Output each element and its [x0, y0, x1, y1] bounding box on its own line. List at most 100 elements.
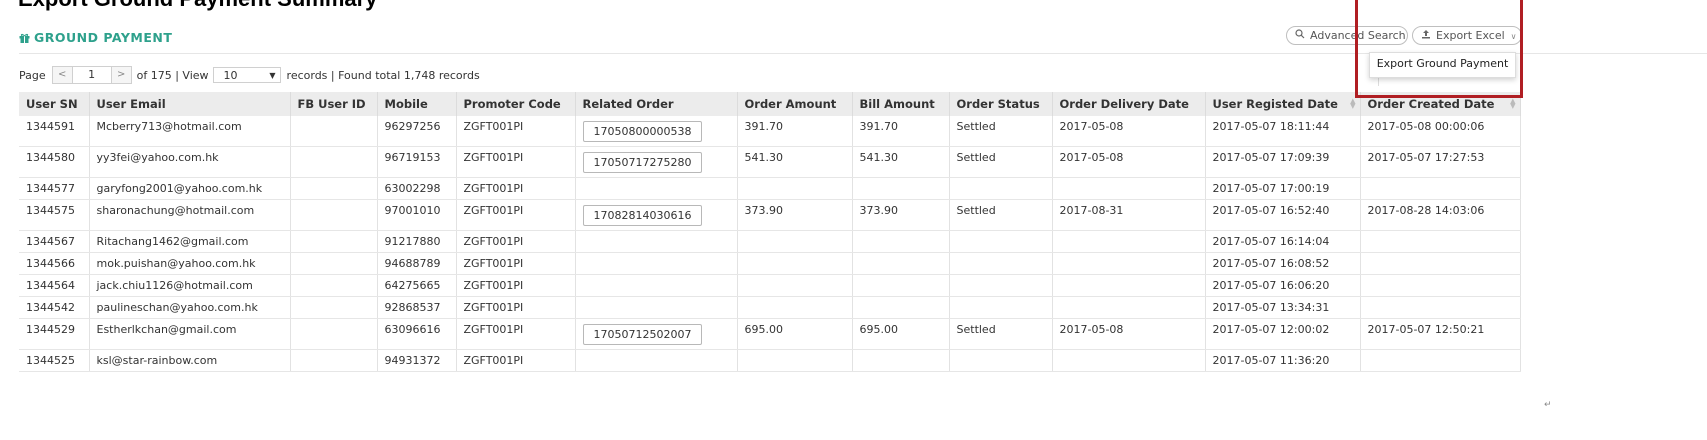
table-cell [290, 146, 378, 178]
next-page-button[interactable]: > [110, 66, 132, 84]
column-header[interactable]: Related Order [575, 92, 738, 116]
table-cell: sharonachung@hotmail.com [89, 199, 291, 231]
table-cell [852, 230, 950, 253]
table-cell: 94931372 [377, 349, 457, 372]
column-header[interactable]: User Registed Date ▲ ▼ [1205, 92, 1361, 116]
table-cell: 2017-05-07 16:14:04 [1205, 230, 1361, 253]
table-cell [575, 349, 738, 372]
table-cell [290, 318, 378, 350]
export-ground-payment-menu-item[interactable]: Export Ground Payment [1369, 52, 1516, 78]
gift-icon [19, 33, 30, 43]
prev-page-button[interactable]: < [51, 66, 73, 84]
table-cell: Estherlkchan@gmail.com [89, 318, 291, 350]
advanced-search-button[interactable]: Advanced Search [1286, 26, 1408, 45]
table-row: 1344564 jack.chiu1126@hotmail.com 64275665… [19, 274, 1521, 297]
table-cell: 63002298 [377, 177, 457, 200]
table-row: 1344591 Mcberry713@hotmail.com 96297256 ZGF… [19, 116, 1521, 147]
column-header[interactable]: Promoter Code [456, 92, 576, 116]
table-cell [737, 296, 853, 319]
table-cell: ZGFT001PI [456, 146, 576, 178]
pagination-bar: Page < 1 > of 175 | View 10 ▼ records | F… [19, 66, 480, 84]
table-cell [949, 252, 1053, 275]
table-cell [290, 296, 378, 319]
table-cell: ksl@star-rainbow.com [89, 349, 291, 372]
table-cell [290, 199, 378, 231]
sort-icon: ▲ ▼ [1510, 97, 1516, 110]
table-row: 1344525 ksl@star-rainbow.com 94931372 ZGFT0… [19, 349, 1521, 372]
table-cell [1052, 252, 1206, 275]
table-cell [949, 296, 1053, 319]
column-header[interactable]: User Email [89, 92, 291, 116]
export-excel-button[interactable]: Export Excel ∨ [1412, 26, 1522, 45]
table-cell: 2017-05-07 17:00:19 [1205, 177, 1361, 200]
column-header[interactable]: Order Created Date ▲ ▼ [1360, 92, 1521, 116]
table-cell: 2017-05-08 [1052, 318, 1206, 350]
table-cell: paulineschan@yahoo.com.hk [89, 296, 291, 319]
table-row: 1344542 paulineschan@yahoo.com.hk 92868537… [19, 296, 1521, 319]
table-row: 1344575 sharonachung@hotmail.com 97001010 Z… [19, 199, 1521, 231]
table-row: 1344580 yy3fei@yahoo.com.hk 96719153 ZGFT00… [19, 146, 1521, 178]
related-order-link[interactable]: 17082814030616 [582, 205, 703, 226]
table-cell [737, 252, 853, 275]
table-cell: 2017-05-07 11:36:20 [1205, 349, 1361, 372]
table-cell: 64275665 [377, 274, 457, 297]
table-cell: 2017-05-08 [1052, 146, 1206, 178]
table-cell: 96719153 [377, 146, 457, 178]
table-cell: 1344564 [19, 274, 90, 297]
column-header[interactable]: Mobile [377, 92, 457, 116]
table-row: 1344529 Estherlkchan@gmail.com 63096616 ZGF… [19, 318, 1521, 350]
table-cell [575, 296, 738, 319]
table-cell [290, 116, 378, 147]
table-cell [852, 296, 950, 319]
related-order-link[interactable]: 17050800000538 [582, 121, 703, 142]
column-header[interactable]: Order Amount [737, 92, 853, 116]
column-header[interactable]: Order Delivery Date [1052, 92, 1206, 116]
page-title-text: GROUND PAYMENT [34, 30, 173, 45]
table-cell [949, 274, 1053, 297]
table-cell: 1344567 [19, 230, 90, 253]
column-header[interactable]: User SN [19, 92, 90, 116]
table-cell: 2017-05-07 18:11:44 [1205, 116, 1361, 147]
table-cell: ZGFT001PI [456, 230, 576, 253]
chevron-down-icon: ∨ [1510, 32, 1517, 41]
page-number-input[interactable]: 1 [72, 66, 111, 84]
table-cell: 1344580 [19, 146, 90, 178]
table-cell: 2017-08-28 14:03:06 [1360, 199, 1521, 231]
page-title: GROUND PAYMENT [19, 30, 172, 45]
view-count-select[interactable]: 10 ▼ [212, 67, 281, 83]
table-cell: yy3fei@yahoo.com.hk [89, 146, 291, 178]
table-cell [1360, 274, 1521, 297]
column-header[interactable]: Order Status [949, 92, 1053, 116]
related-order-link[interactable]: 17050712502007 [582, 324, 703, 345]
table-cell: 2017-08-31 [1052, 199, 1206, 231]
view-count-value: 10 [223, 69, 238, 82]
table-cell: 541.30 [737, 146, 853, 178]
column-header[interactable]: Bill Amount [852, 92, 950, 116]
search-icon [1295, 27, 1305, 44]
table-cell [290, 252, 378, 275]
table-cell [852, 349, 950, 372]
related-order-link[interactable]: 17050717275280 [582, 152, 703, 173]
table-cell: ZGFT001PI [456, 177, 576, 200]
table-cell: 17050717275280 [575, 146, 738, 178]
table-cell: 1344566 [19, 252, 90, 275]
table-cell [575, 274, 738, 297]
advanced-search-label: Advanced Search [1310, 29, 1406, 42]
table-row: 1344577 garyfong2001@yahoo.com.hk 63002298… [19, 177, 1521, 200]
page-label: Page [19, 68, 46, 82]
table-row: 1344567 Ritachang1462@gmail.com 91217880 ZG… [19, 230, 1521, 253]
table-cell: ZGFT001PI [456, 199, 576, 231]
table-cell: mok.puishan@yahoo.com.hk [89, 252, 291, 275]
table-cell: 2017-05-08 00:00:06 [1360, 116, 1521, 147]
table-cell [290, 349, 378, 372]
table-cell [1052, 230, 1206, 253]
table-cell [1360, 349, 1521, 372]
table-cell: 2017-05-07 16:06:20 [1205, 274, 1361, 297]
table-cell: 373.90 [852, 199, 950, 231]
table-cell [737, 230, 853, 253]
table-cell [949, 349, 1053, 372]
table-cell: Ritachang1462@gmail.com [89, 230, 291, 253]
table-cell: ZGFT001PI [456, 252, 576, 275]
table-cell: 2017-05-07 17:09:39 [1205, 146, 1361, 178]
column-header[interactable]: FB User ID [290, 92, 378, 116]
